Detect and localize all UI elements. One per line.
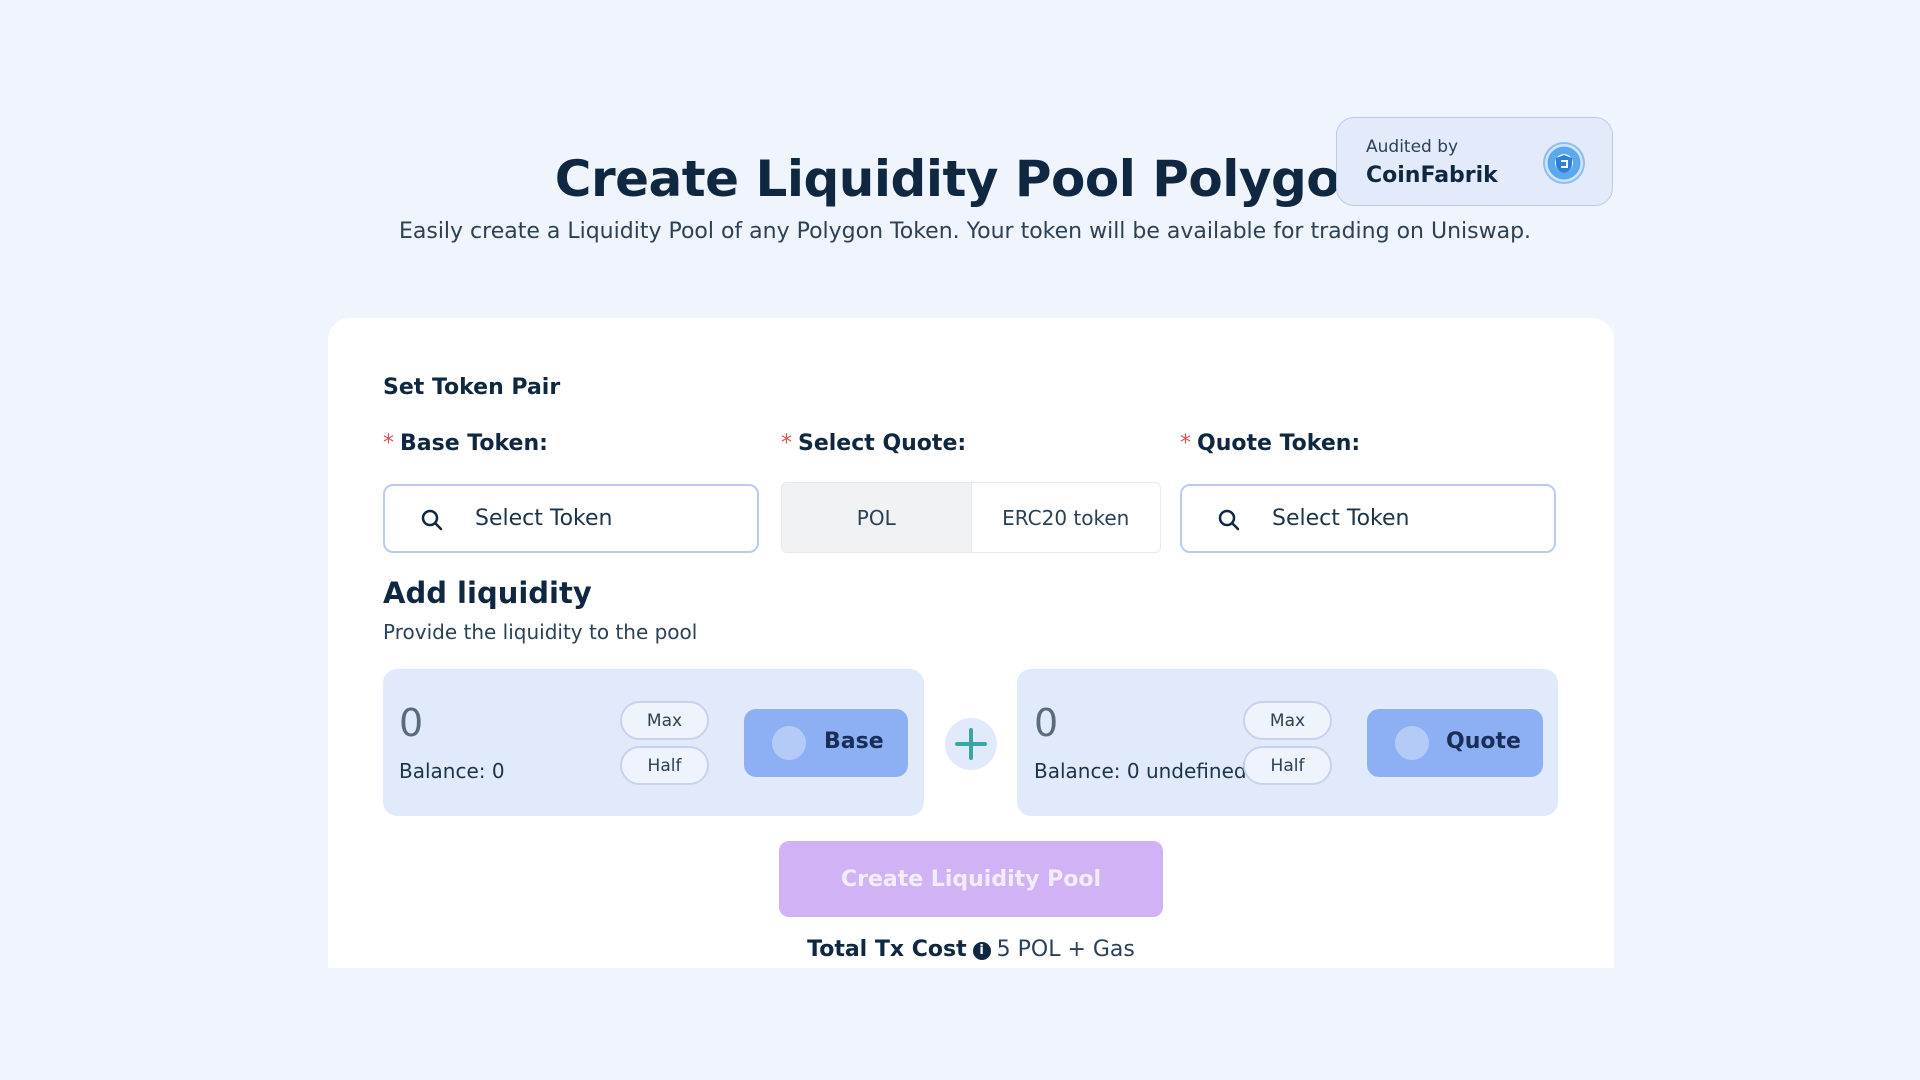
page-subtitle: Easily create a Liquidity Pool of any Po… <box>398 219 1532 244</box>
pool-form-card: Set Token Pair * Base Token: * Select Quot… <box>328 318 1614 968</box>
base-balance: Balance: 0 <box>399 759 505 783</box>
add-liquidity-title: Add liquidity <box>383 576 592 610</box>
token-placeholder-icon <box>772 726 806 760</box>
quote-amount-panel: 0 Balance: 0 undefined Max Half Quote <box>1017 669 1558 816</box>
base-amount-input[interactable]: 0 <box>399 701 423 745</box>
shield-logo-icon <box>1543 142 1585 184</box>
quote-option-erc20[interactable]: ERC20 token <box>970 483 1161 552</box>
quote-token-select[interactable]: Select Token <box>1180 484 1556 553</box>
quote-type-selector: POL ERC20 token <box>781 482 1161 553</box>
add-liquidity-subtitle: Provide the liquidity to the pool <box>383 620 698 644</box>
base-amount-panel: 0 Balance: 0 Max Half Base <box>383 669 924 816</box>
base-token-placeholder: Select Token <box>475 506 613 531</box>
quote-balance: Balance: 0 undefined <box>1034 759 1247 783</box>
plus-icon <box>945 718 997 770</box>
base-token-label: * Base Token: <box>383 431 548 456</box>
quote-option-pol[interactable]: POL <box>782 483 971 552</box>
base-max-button[interactable]: Max <box>620 701 709 740</box>
tx-cost-value: 5 POL + Gas <box>996 937 1135 962</box>
select-quote-label: * Select Quote: <box>781 431 967 456</box>
base-token-select[interactable]: Select Token <box>383 484 759 553</box>
quote-amount-input[interactable]: 0 <box>1034 701 1058 745</box>
required-mark: * <box>781 431 792 456</box>
base-token-button[interactable]: Base <box>744 709 908 777</box>
info-icon[interactable]: i <box>972 942 991 960</box>
required-mark: * <box>1180 431 1191 456</box>
audit-badge[interactable]: Audited by CoinFabrik <box>1336 117 1613 206</box>
quote-token-button[interactable]: Quote <box>1367 709 1543 777</box>
quote-token-placeholder: Select Token <box>1272 506 1410 531</box>
page: Create Liquidity Pool Polygon Easily cre… <box>0 0 1920 1080</box>
base-half-button[interactable]: Half <box>620 746 709 785</box>
section-label: Set Token Pair <box>383 375 561 400</box>
auditor-name: CoinFabrik <box>1366 163 1498 188</box>
base-token-button-label: Base <box>824 729 884 754</box>
quote-token-label: * Quote Token: <box>1180 431 1361 456</box>
quote-max-button[interactable]: Max <box>1243 701 1332 740</box>
tx-cost: Total Tx Cost i 5 POL + Gas <box>328 937 1614 962</box>
required-mark: * <box>383 431 394 456</box>
search-icon <box>1218 509 1240 531</box>
quote-half-button[interactable]: Half <box>1243 746 1332 785</box>
quote-token-button-label: Quote <box>1446 729 1521 754</box>
tx-cost-label: Total Tx Cost <box>807 937 967 962</box>
search-icon <box>421 509 443 531</box>
create-liquidity-pool-button[interactable]: Create Liquidity Pool <box>779 841 1163 917</box>
page-title: Create Liquidity Pool Polygon <box>554 150 1376 208</box>
token-placeholder-icon <box>1395 726 1429 760</box>
audit-label: Audited by <box>1366 137 1459 157</box>
